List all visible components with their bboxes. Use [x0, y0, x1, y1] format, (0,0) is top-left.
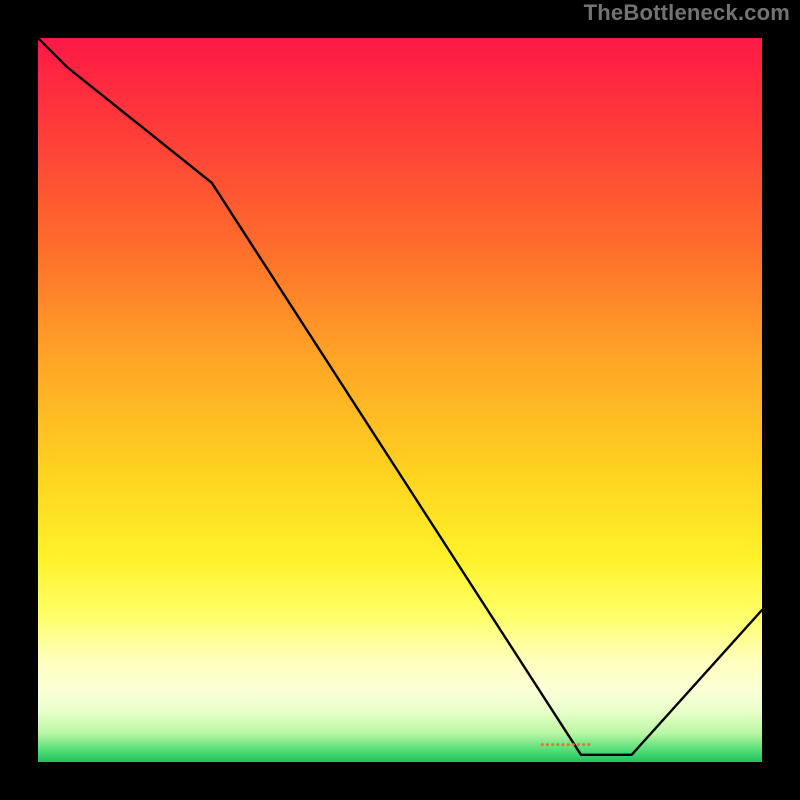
optimum-marker: •••••••••• [540, 739, 592, 751]
chart-line [38, 38, 762, 762]
chart-frame: TheBottleneck.com •••••••••• [0, 0, 800, 800]
plot-gradient-background: •••••••••• [38, 38, 762, 762]
plot-border: •••••••••• [30, 30, 770, 770]
watermark-text: TheBottleneck.com [584, 0, 790, 26]
